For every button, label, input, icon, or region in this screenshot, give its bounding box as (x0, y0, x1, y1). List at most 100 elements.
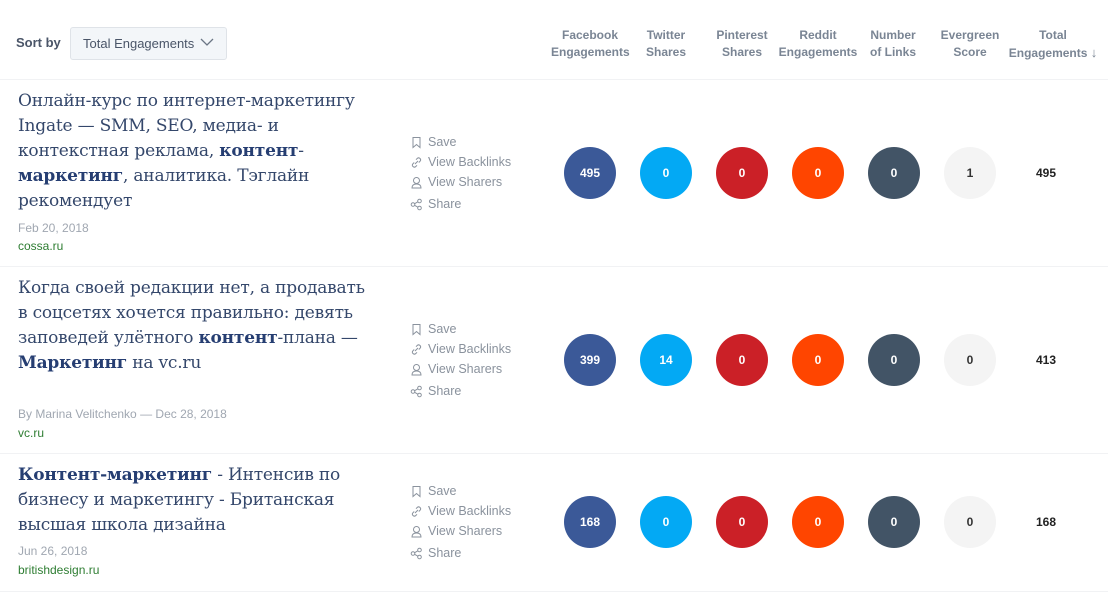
title-keyword-highlight: маркетинг (18, 166, 123, 186)
article-title-link[interactable]: Когда своей редакции нет, а продавать в … (18, 276, 378, 376)
user-icon (411, 363, 422, 375)
save-button[interactable]: Save (410, 319, 511, 339)
facebook-engagements-badge: 495 (564, 147, 616, 199)
column-header-facebook[interactable]: Facebook Engagements (551, 27, 630, 61)
evergreen-score-badge: 1 (944, 147, 996, 199)
view-sharers-button[interactable]: View Sharers (410, 359, 511, 379)
title-keyword-highlight: контент (219, 141, 299, 161)
twitter-shares-badge: 0 (640, 147, 692, 199)
twitter-shares-badge: 0 (640, 496, 692, 548)
column-header-line: of Links (869, 45, 916, 59)
share-button[interactable]: Share (410, 543, 511, 563)
share-icon (410, 198, 422, 210)
view-backlinks-button[interactable]: View Backlinks (410, 339, 511, 359)
share-label: Share (428, 197, 462, 211)
column-header-pinterest[interactable]: Pinterest Shares (710, 27, 774, 61)
reddit-engagements-badge: 0 (792, 147, 844, 199)
article-meta: Jun 26, 2018 (18, 544, 88, 558)
view-backlinks-button[interactable]: View Backlinks (410, 152, 511, 172)
evergreen-score-badge: 0 (944, 334, 996, 386)
row-actions: Save View Backlinks View Sharers Share (410, 481, 511, 563)
view-sharers-button[interactable]: View Sharers (410, 521, 511, 541)
result-row: Онлайн-курс по интернет-маркетингу Ingat… (0, 80, 1108, 267)
user-icon (411, 525, 422, 537)
title-text: -плана — (277, 328, 358, 348)
facebook-engagements-badge: 399 (564, 334, 616, 386)
column-header-links[interactable]: Number of Links (864, 27, 922, 61)
pinterest-shares-badge: 0 (716, 334, 768, 386)
column-header-line: Score (953, 45, 987, 59)
column-header-line: Twitter (646, 28, 686, 42)
view-backlinks-label: View Backlinks (428, 155, 512, 169)
column-header-line: Total (1039, 28, 1067, 42)
sort-by-label: Sort by (16, 35, 61, 50)
share-icon (410, 385, 422, 397)
view-sharers-button[interactable]: View Sharers (410, 172, 511, 192)
share-icon (410, 547, 422, 559)
user-icon (411, 176, 422, 188)
twitter-shares-badge: 14 (640, 334, 692, 386)
link-icon (411, 156, 422, 168)
results-header: Sort by Total Engagements Facebook Engag… (0, 0, 1108, 80)
share-label: Share (428, 384, 462, 398)
share-button[interactable]: Share (410, 194, 511, 214)
result-row: Контент-маркетинг - Интенсив по бизнесу … (0, 454, 1108, 592)
view-sharers-label: View Sharers (428, 524, 503, 538)
title-keyword-highlight: Маркетинг (18, 353, 128, 373)
view-sharers-label: View Sharers (428, 362, 503, 376)
total-engagements-value: 495 (1035, 166, 1057, 180)
save-label: Save (428, 484, 457, 498)
reddit-engagements-badge: 0 (792, 496, 844, 548)
save-button[interactable]: Save (410, 132, 511, 152)
row-actions: Save View Backlinks View Sharers Share (410, 319, 511, 401)
column-header-evergreen[interactable]: Evergreen Score (936, 27, 1004, 61)
number-of-links-badge: 0 (868, 334, 920, 386)
number-of-links-badge: 0 (868, 147, 920, 199)
result-row: Когда своей редакции нет, а продавать в … (0, 267, 1108, 454)
reddit-engagements-badge: 0 (792, 334, 844, 386)
bookmark-icon (412, 485, 421, 498)
column-header-line: Facebook (561, 28, 618, 42)
view-sharers-label: View Sharers (428, 175, 503, 189)
chevron-down-icon (200, 38, 214, 46)
column-header-reddit[interactable]: Reddit Engagements (778, 27, 858, 61)
total-engagements-value: 168 (1035, 515, 1057, 529)
total-engagements-value: 413 (1035, 353, 1057, 367)
view-backlinks-label: View Backlinks (428, 342, 512, 356)
pinterest-shares-badge: 0 (716, 147, 768, 199)
bookmark-icon (412, 323, 421, 336)
sort-by-dropdown[interactable]: Total Engagements (70, 27, 227, 60)
column-header-twitter[interactable]: Twitter Shares (636, 27, 696, 61)
article-domain-link[interactable]: britishdesign.ru (18, 563, 99, 577)
save-button[interactable]: Save (410, 481, 511, 501)
column-header-line: Evergreen (940, 28, 1000, 42)
column-header-line: Shares (721, 45, 763, 59)
link-icon (411, 505, 422, 517)
column-header-line: Shares (645, 45, 687, 59)
save-label: Save (428, 322, 457, 336)
article-meta: Feb 20, 2018 (18, 221, 89, 235)
save-label: Save (428, 135, 457, 149)
column-header-line: Number (870, 28, 916, 42)
article-title-link[interactable]: Онлайн-курс по интернет-маркетингу Ingat… (18, 89, 378, 214)
sort-desc-arrow-icon: ↓ (1090, 45, 1098, 60)
column-header-total[interactable]: Total Engagements ↓ (1005, 27, 1101, 62)
view-backlinks-label: View Backlinks (428, 504, 512, 518)
share-button[interactable]: Share (410, 381, 511, 401)
title-text: на vc.ru (127, 353, 202, 373)
column-header-line: Pinterest (716, 28, 768, 42)
title-text: - (298, 141, 304, 161)
article-title-link[interactable]: Контент-маркетинг - Интенсив по бизнесу … (18, 463, 378, 538)
title-text: Онлайн-курс по интернет-маркетингу Ingat… (18, 91, 355, 161)
column-header-line: Engagements (778, 45, 858, 59)
article-domain-link[interactable]: vc.ru (18, 426, 44, 440)
column-header-line: Engagements (1008, 46, 1088, 60)
article-domain-link[interactable]: cossa.ru (18, 239, 63, 253)
link-icon (411, 343, 422, 355)
facebook-engagements-badge: 168 (564, 496, 616, 548)
title-keyword-highlight: контент (198, 328, 278, 348)
column-header-line: Reddit (799, 28, 837, 42)
share-label: Share (428, 546, 462, 560)
view-backlinks-button[interactable]: View Backlinks (410, 501, 511, 521)
row-actions: Save View Backlinks View Sharers Share (410, 132, 511, 214)
